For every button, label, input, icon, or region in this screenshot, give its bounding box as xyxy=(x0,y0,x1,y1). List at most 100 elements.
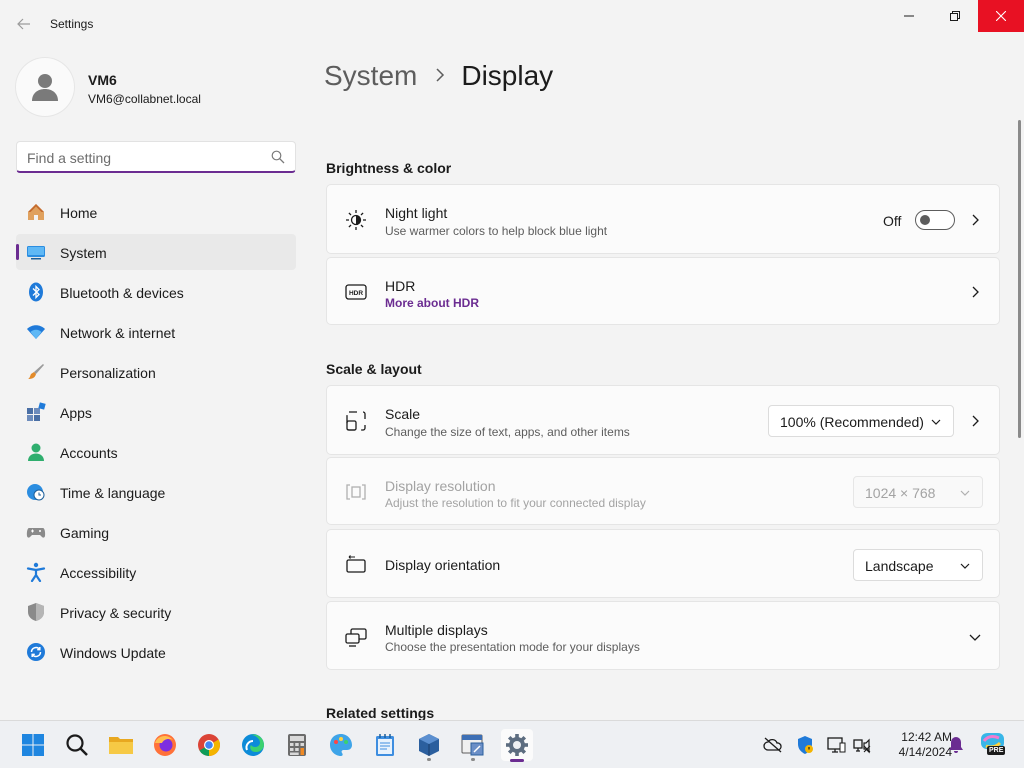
sidebar-item-apps[interactable]: Apps xyxy=(16,394,296,430)
sidebar-item-system[interactable]: System xyxy=(16,234,296,270)
taskbar-firefox[interactable] xyxy=(149,729,181,761)
scale-card[interactable]: Scale Change the size of text, apps, and… xyxy=(326,385,1000,455)
sidebar-item-label: Apps xyxy=(60,405,92,421)
sidebar-item-label: Accessibility xyxy=(60,565,137,581)
section-title-related: Related settings xyxy=(326,705,435,721)
copilot-button[interactable]: PRE xyxy=(980,731,1006,757)
taskbar-calculator[interactable] xyxy=(281,729,313,761)
sidebar-item-label: Privacy & security xyxy=(60,605,172,621)
scale-title: Scale xyxy=(385,406,421,422)
taskbar-chrome[interactable] xyxy=(193,729,225,761)
night-light-icon xyxy=(346,210,366,230)
sidebar-item-label: Gaming xyxy=(60,525,110,541)
orientation-icon xyxy=(346,555,366,573)
taskbar: 12:42 AM 4/14/2024 PRE xyxy=(0,720,1024,768)
gear-icon xyxy=(506,734,528,756)
account-icon xyxy=(28,443,44,461)
taskbar-search-button[interactable] xyxy=(61,729,93,761)
network-volume-icon[interactable] xyxy=(852,735,872,755)
sidebar-item-accessibility[interactable]: Accessibility xyxy=(16,554,296,590)
onedrive-offline-icon[interactable] xyxy=(763,735,783,755)
back-button[interactable] xyxy=(12,12,36,36)
user-profile[interactable]: VM6 VM6@collabnet.local xyxy=(16,58,296,118)
calculator-icon xyxy=(288,734,306,756)
multiple-displays-card[interactable]: Multiple displays Choose the presentatio… xyxy=(326,601,1000,670)
sidebar-item-bluetooth[interactable]: Bluetooth & devices xyxy=(16,274,296,310)
resolution-dropdown: 1024 × 768 xyxy=(853,476,983,508)
night-light-card[interactable]: Night light Use warmer colors to help bl… xyxy=(326,184,1000,254)
close-icon xyxy=(996,11,1006,21)
more-about-hdr-link[interactable]: More about HDR xyxy=(385,296,479,310)
search-input[interactable] xyxy=(27,148,267,168)
gamepad-icon xyxy=(26,528,46,538)
breadcrumb: System Display xyxy=(324,58,553,94)
avatar xyxy=(16,58,74,116)
restore-button[interactable] xyxy=(932,0,978,32)
sidebar-item-label: Home xyxy=(60,205,98,221)
display-orientation-title: Display orientation xyxy=(385,557,501,573)
breadcrumb-parent[interactable]: System xyxy=(324,60,417,92)
windows-logo-icon xyxy=(22,734,44,756)
search-icon xyxy=(271,150,285,164)
notepad-icon xyxy=(376,734,394,756)
sidebar-item-windows-update[interactable]: Windows Update xyxy=(16,634,296,670)
hdr-icon: HDR xyxy=(345,284,367,300)
minimize-button[interactable] xyxy=(886,0,932,32)
chevron-down-icon xyxy=(960,490,970,496)
scale-dropdown[interactable]: 100% (Recommended) xyxy=(768,405,954,437)
sidebar-item-label: Bluetooth & devices xyxy=(60,285,184,301)
hdr-card[interactable]: HDR HDR More about HDR xyxy=(326,257,1000,325)
back-arrow-icon xyxy=(17,18,30,30)
taskbar-edge[interactable] xyxy=(237,729,269,761)
profile-email: VM6@collabnet.local xyxy=(88,92,201,106)
taskbar-virtualbox[interactable] xyxy=(413,729,445,761)
search-box xyxy=(16,141,296,173)
sidebar-item-accounts[interactable]: Accounts xyxy=(16,434,296,470)
taskbar-file-explorer[interactable] xyxy=(105,729,137,761)
sidebar-item-home[interactable]: Home xyxy=(16,194,296,230)
display-icon[interactable] xyxy=(826,735,846,755)
taskbar-vm-tool[interactable] xyxy=(457,729,489,761)
taskbar-paint[interactable] xyxy=(325,729,357,761)
clock-time: 12:42 AM xyxy=(901,730,952,744)
orientation-dropdown[interactable]: Landscape xyxy=(853,549,983,581)
sidebar-item-label: Personalization xyxy=(60,365,156,381)
taskbar-notepad[interactable] xyxy=(369,729,401,761)
shield-icon xyxy=(28,603,44,621)
vm-tool-icon xyxy=(461,734,484,756)
chevron-right-icon xyxy=(972,286,979,298)
start-button[interactable] xyxy=(17,729,49,761)
sidebar-item-network[interactable]: Network & internet xyxy=(16,314,296,350)
resolution-icon xyxy=(346,484,366,500)
scale-subtitle: Change the size of text, apps, and other… xyxy=(385,425,630,439)
sidebar-item-label: Network & internet xyxy=(60,325,176,341)
night-light-toggle[interactable] xyxy=(915,210,955,230)
night-light-title: Night light xyxy=(385,205,448,221)
notification-bell-icon[interactable] xyxy=(946,735,966,755)
user-icon xyxy=(32,74,58,101)
scrollbar-thumb[interactable] xyxy=(1018,120,1021,438)
resolution-value: 1024 × 768 xyxy=(865,485,936,501)
sidebar-item-label: Windows Update xyxy=(60,645,166,661)
sidebar-item-time-language[interactable]: Time & language xyxy=(16,474,296,510)
display-resolution-subtitle: Adjust the resolution to fit your connec… xyxy=(385,496,646,510)
sidebar-nav: Home System Bluetooth & devices Network … xyxy=(16,194,296,674)
sidebar-item-privacy-security[interactable]: Privacy & security xyxy=(16,594,296,630)
security-shield-icon[interactable] xyxy=(795,735,815,755)
globe-clock-icon xyxy=(27,484,45,501)
apps-icon xyxy=(27,402,46,421)
breadcrumb-chevron-icon xyxy=(435,66,445,87)
taskbar-clock[interactable]: 12:42 AM 4/14/2024 xyxy=(876,730,952,760)
firefox-icon xyxy=(154,734,176,756)
orientation-value: Landscape xyxy=(865,558,934,574)
multiple-displays-subtitle: Choose the presentation mode for your di… xyxy=(385,640,640,654)
profile-name: VM6 xyxy=(88,72,117,88)
svg-text:HDR: HDR xyxy=(349,290,363,297)
sidebar-item-personalization[interactable]: Personalization xyxy=(16,354,296,390)
sidebar-item-gaming[interactable]: Gaming xyxy=(16,514,296,550)
scale-icon xyxy=(346,411,366,431)
chevron-down-icon xyxy=(969,634,981,641)
app-title: Settings xyxy=(50,17,94,31)
close-button[interactable] xyxy=(978,0,1024,32)
taskbar-settings[interactable] xyxy=(501,729,533,762)
